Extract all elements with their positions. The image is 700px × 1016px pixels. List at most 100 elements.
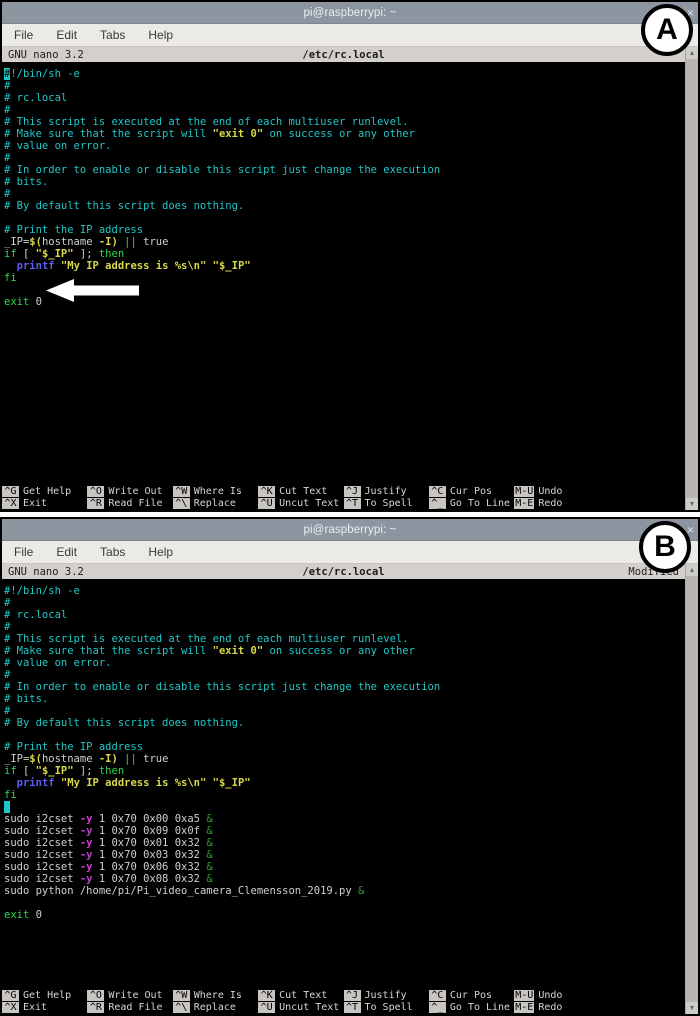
shortcut-key: ^T — [343, 1001, 361, 1013]
scroll-up-icon[interactable]: ▲ — [686, 47, 698, 59]
shortcut-item[interactable]: ^_ Go To Line — [428, 497, 514, 509]
code-token: ]; — [73, 765, 99, 777]
shortcut-item[interactable]: M-E Redo — [514, 1001, 599, 1013]
shortcut-item[interactable]: ^O Write Out — [87, 485, 172, 497]
code-token: & — [206, 849, 213, 861]
code-token: -y — [79, 813, 93, 825]
code-line: sudo i2cset -y 1 0x70 0x09 0x0f & — [4, 825, 685, 837]
code-token: sudo python /home/pi/Pi_video_camera_Cle… — [4, 885, 359, 897]
scroll-up-icon[interactable]: ▲ — [686, 564, 698, 576]
code-token: # — [4, 597, 11, 609]
code-line: # Print the IP address — [4, 741, 685, 753]
scrollbar-b[interactable]: ▲ ▼ — [685, 564, 698, 1014]
shortcut-item[interactable]: M-U Undo — [514, 989, 599, 1001]
shortcut-item[interactable]: ^C Cur Pos — [428, 989, 514, 1001]
menu-item-edit[interactable]: Edit — [53, 27, 80, 43]
code-line: # Print the IP address — [4, 224, 685, 236]
shortcut-item[interactable]: ^K Cut Text — [258, 989, 343, 1001]
scroll-down-icon[interactable]: ▼ — [686, 1002, 698, 1014]
nano-editor-text-b[interactable]: #!/bin/sh -e # # rc.local # # This script is… — [2, 579, 685, 988]
shortcut-item[interactable]: ^G Get Help — [2, 485, 87, 497]
screenshot-root: pi@raspberrypi: ~ ˅ × File Edit Tabs Hel… — [0, 0, 700, 1016]
shortcut-item[interactable]: ^T To Spell — [343, 1001, 429, 1013]
nano-status-bar-a: GNU nano 3.2 /etc/rc.local — [2, 47, 685, 62]
shortcut-item[interactable]: ^T To Spell — [343, 497, 429, 509]
code-token: ]; — [73, 248, 99, 260]
shortcut-key: M-U — [514, 989, 535, 1001]
code-line: #!/bin/sh -e — [4, 68, 685, 80]
shortcut-item[interactable]: ^X Exit — [2, 497, 87, 509]
code-line: # By default this script does nothing. — [4, 717, 685, 729]
shortcut-item[interactable]: ^J Justify — [343, 485, 429, 497]
scrollbar-a[interactable]: ▲ ▼ — [685, 47, 698, 510]
shortcut-column: ^G Get Help ^X Exit — [2, 485, 87, 509]
shortcut-item[interactable]: M-U Undo — [514, 485, 599, 497]
shortcut-label: Go To Line — [449, 497, 511, 509]
shortcut-label: Undo — [538, 989, 563, 1001]
menu-item-file[interactable]: File — [11, 27, 36, 43]
menu-item-tabs[interactable]: Tabs — [97, 544, 128, 560]
shortcut-item[interactable]: ^U Uncut Text — [258, 1001, 343, 1013]
menu-item-edit[interactable]: Edit — [53, 544, 80, 560]
shortcut-item[interactable]: ^X Exit — [2, 1001, 87, 1013]
code-token: 0 — [29, 909, 42, 921]
shortcut-item[interactable]: ^J Justify — [343, 989, 429, 1001]
shortcut-label: Where Is — [193, 485, 242, 497]
code-line: # — [4, 621, 685, 633]
shortcut-item[interactable]: ^R Read File — [87, 1001, 172, 1013]
shortcut-item[interactable]: ^W Where Is — [172, 989, 258, 1001]
code-token: -y — [79, 861, 93, 873]
menu-item-file[interactable]: File — [11, 544, 36, 560]
shortcut-item[interactable]: ^O Write Out — [87, 989, 172, 1001]
shortcut-item[interactable]: ^C Cur Pos — [428, 485, 514, 497]
code-token: hostname — [41, 753, 99, 765]
code-token: & — [206, 861, 213, 873]
code-line: printf "My IP address is %s\n" "$_IP" — [4, 260, 685, 272]
code-token: "exit 0" — [212, 645, 264, 657]
code-line: fi — [4, 789, 685, 801]
shortcut-item[interactable]: ^\ Replace — [172, 1001, 258, 1013]
shortcut-label: Undo — [538, 485, 563, 497]
shortcut-item[interactable]: ^K Cut Text — [258, 485, 343, 497]
shortcut-key: ^X — [2, 1001, 19, 1013]
code-token: # Print the IP address — [4, 224, 144, 236]
code-line: sudo python /home/pi/Pi_video_camera_Cle… — [4, 885, 685, 897]
shortcut-key: ^K — [258, 989, 276, 1001]
shortcut-column: ^J Justify ^T To Spell — [343, 485, 429, 509]
nano-editor-text-a[interactable]: #!/bin/sh -e # # rc.local # # This script is… — [2, 62, 685, 484]
scroll-down-icon[interactable]: ▼ — [686, 498, 698, 510]
menu-item-tabs[interactable]: Tabs — [97, 27, 128, 43]
shortcut-label: To Spell — [364, 1001, 413, 1013]
scroll-track[interactable] — [686, 576, 698, 1002]
shortcut-item[interactable]: ^U Uncut Text — [258, 497, 343, 509]
code-token: # In order to enable or disable this scr… — [4, 681, 441, 693]
shortcut-key: ^C — [428, 989, 446, 1001]
code-token — [4, 801, 11, 813]
code-token: # — [4, 152, 11, 164]
scroll-track[interactable] — [686, 59, 698, 498]
code-line: # rc.local — [4, 609, 685, 621]
shortcut-item[interactable]: ^_ Go To Line — [428, 1001, 514, 1013]
shortcut-key: ^R — [87, 1001, 105, 1013]
shortcut-item[interactable]: ^\ Replace — [172, 497, 258, 509]
code-line: sudo i2cset -y 1 0x70 0x00 0xa5 & — [4, 813, 685, 825]
shortcut-key: ^K — [258, 485, 276, 497]
code-line: exit 0 — [4, 909, 685, 921]
shortcut-label: Cur Pos — [449, 989, 493, 1001]
menu-item-help[interactable]: Help — [145, 544, 176, 560]
menu-item-help[interactable]: Help — [145, 27, 176, 43]
shortcut-key: ^T — [343, 497, 361, 509]
shortcut-key: ^U — [258, 497, 276, 509]
shortcut-item[interactable]: M-E Redo — [514, 497, 599, 509]
shortcut-label: Write Out — [108, 989, 163, 1001]
code-line: sudo i2cset -y 1 0x70 0x06 0x32 & — [4, 861, 685, 873]
shortcut-key: ^J — [343, 989, 361, 1001]
nano-filename-b: /etc/rc.local — [302, 565, 385, 578]
shortcut-label: Exit — [23, 497, 48, 509]
code-token: _IP= — [4, 753, 30, 765]
shortcut-item[interactable]: ^R Read File — [87, 497, 172, 509]
shortcut-item[interactable]: ^W Where Is — [172, 485, 258, 497]
shortcut-item[interactable]: ^G Get Help — [2, 989, 87, 1001]
code-token: exit — [4, 909, 30, 921]
